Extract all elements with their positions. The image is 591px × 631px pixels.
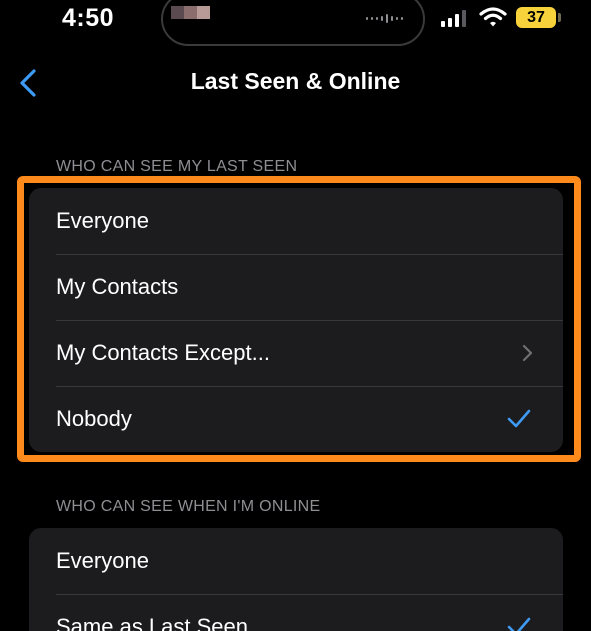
last-seen-option-my-contacts-except[interactable]: My Contacts Except... — [29, 320, 563, 386]
page-title: Last Seen & Online — [190, 68, 401, 94]
online-options: Everyone Same as Last Seen — [29, 528, 563, 631]
last-seen-option-my-contacts[interactable]: My Contacts — [29, 254, 563, 320]
media-thumbnail — [171, 6, 210, 19]
wifi-icon — [479, 7, 507, 27]
dynamic-island[interactable] — [161, 0, 425, 46]
battery-nub — [558, 13, 561, 22]
last-seen-options: Everyone My Contacts My Contacts Except.… — [29, 188, 563, 452]
option-label: Everyone — [56, 548, 149, 573]
option-label: My Contacts Except... — [56, 340, 270, 365]
online-option-everyone[interactable]: Everyone — [29, 528, 563, 594]
online-section-header: WHO CAN SEE WHEN I'M ONLINE — [56, 498, 321, 515]
battery-indicator: 37 — [516, 7, 556, 28]
cellular-signal-icon — [441, 10, 466, 27]
checkmark-icon — [507, 409, 531, 429]
option-label: Nobody — [56, 406, 132, 431]
chevron-right-icon — [522, 344, 533, 362]
audio-waveform-icon — [366, 14, 403, 23]
option-label: Everyone — [56, 208, 149, 233]
online-option-same-as-last-seen[interactable]: Same as Last Seen — [29, 594, 563, 631]
last-seen-option-nobody[interactable]: Nobody — [29, 386, 563, 452]
last-seen-option-everyone[interactable]: Everyone — [29, 188, 563, 254]
option-label: My Contacts — [56, 274, 179, 299]
status-time: 4:50 — [62, 4, 115, 32]
last-seen-section-header: WHO CAN SEE MY LAST SEEN — [56, 158, 298, 175]
option-label: Same as Last Seen — [56, 614, 249, 631]
checkmark-icon — [507, 617, 531, 631]
